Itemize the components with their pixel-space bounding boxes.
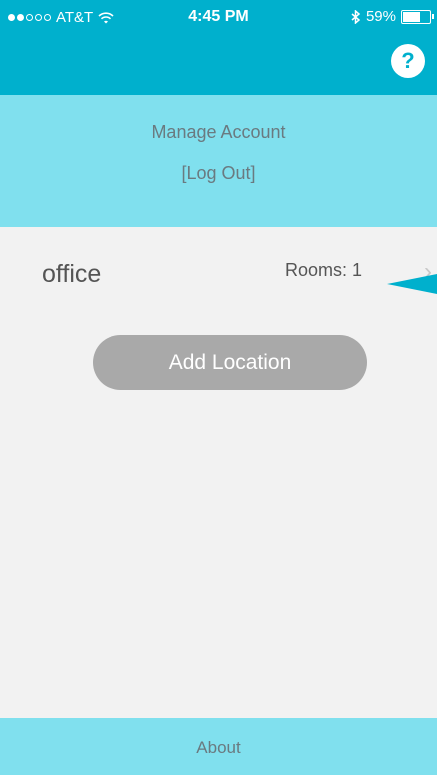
add-location-button[interactable]: Add Location <box>93 335 367 390</box>
manage-account-link[interactable]: Manage Account <box>0 122 437 143</box>
location-rooms-count: Rooms: 1 <box>284 260 362 280</box>
footer-bar: About <box>0 718 437 775</box>
logout-link[interactable]: [Log Out] <box>0 163 437 184</box>
account-section: Manage Account [Log Out] <box>0 95 437 227</box>
battery-icon <box>401 9 434 24</box>
status-bar: AT&T 4:45 PM 59% <box>0 0 437 36</box>
about-link[interactable]: About <box>0 718 437 775</box>
bluetooth-icon <box>351 9 361 24</box>
battery-level-fill <box>403 11 420 22</box>
location-name: office <box>42 260 102 288</box>
location-row-office[interactable]: office Rooms: 1 › <box>0 238 437 302</box>
status-right-group: 59% <box>351 8 434 25</box>
help-button[interactable]: ? <box>391 44 425 78</box>
pointer-arrow-icon <box>387 274 437 294</box>
battery-percent: 59% <box>365 8 396 25</box>
nav-bar: ? <box>0 36 437 95</box>
